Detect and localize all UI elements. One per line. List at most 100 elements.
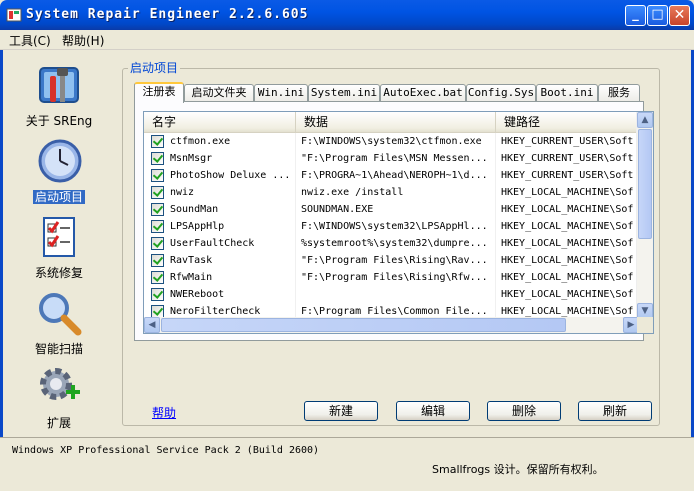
copyright-text: Smallfrogs 设计。保留所有权利。 (432, 463, 604, 476)
row-data: "F:\Program Files\Rising\Rav... (301, 255, 488, 266)
group-title: 启动项目 (128, 59, 181, 76)
row-data (301, 286, 493, 303)
enabled-checkbox[interactable] (151, 186, 164, 199)
tab-system-ini[interactable]: System.ini (308, 84, 380, 102)
table-row[interactable]: NWEReboot HKEY_LOCAL_MACHINE\Sof (144, 286, 639, 303)
minimize-button[interactable]: _ (625, 5, 646, 26)
tab-strip: 注册表 启动文件夹 Win.ini System.ini AutoExec.ba… (134, 82, 644, 103)
enabled-checkbox[interactable] (151, 288, 164, 301)
enabled-checkbox[interactable] (151, 152, 164, 165)
row-name: PhotoShow Deluxe ... (170, 170, 291, 181)
enabled-checkbox[interactable] (151, 237, 164, 250)
title-bar[interactable]: System Repair Engineer 2.2.6.605 _ □ ✕ (0, 0, 694, 30)
tab-registry[interactable]: 注册表 (134, 82, 184, 103)
window-title: System Repair Engineer 2.2.6.605 (26, 7, 309, 22)
tab-win-ini[interactable]: Win.ini (254, 84, 308, 102)
row-key-path: HKEY_LOCAL_MACHINE\Sof (501, 289, 634, 300)
row-name: LPSAppHlp (170, 221, 225, 232)
tab-autoexec[interactable]: AutoExec.bat (380, 84, 466, 102)
vertical-scrollbar[interactable]: ▲ ▼ (636, 112, 653, 319)
menu-tools[interactable]: 工具(C) (9, 32, 51, 49)
row-name: ctfmon.exe (170, 136, 231, 147)
tab-boot-ini[interactable]: Boot.ini (536, 84, 598, 102)
sidebar-item-repair[interactable]: 系统修复 (4, 208, 114, 282)
edit-button[interactable]: 编辑 (396, 401, 470, 421)
tab-config-sys[interactable]: Config.Sys (466, 84, 536, 102)
row-key-path: HKEY_CURRENT_USER\Soft (501, 136, 634, 147)
table-row[interactable]: UserFaultCheck %systemroot%\system32\dump… (144, 235, 639, 252)
list-header: 名字 数据 键路径 (144, 112, 639, 133)
row-name: SoundMan (170, 204, 219, 215)
vertical-scroll-thumb[interactable] (638, 129, 652, 239)
row-key-path: HKEY_CURRENT_USER\Soft (501, 170, 634, 181)
row-key-path: HKEY_LOCAL_MACHINE\Sof (501, 238, 634, 249)
sidebar-label: 关于 SREng (25, 114, 93, 128)
row-name: MsnMsgr (170, 153, 213, 164)
horizontal-scrollbar[interactable]: ◀ ▶ (144, 317, 639, 333)
row-data: "F:\Program Files\MSN Messen... (301, 153, 488, 164)
row-data: F:\PROGRA~1\Ahead\NEROPH~1\d... (301, 170, 488, 181)
row-name: NWEReboot (170, 289, 225, 300)
sidebar-item-smart-scan[interactable]: 智能扫描 (4, 284, 114, 358)
enabled-checkbox[interactable] (151, 169, 164, 182)
row-key-path: HKEY_LOCAL_MACHINE\Sof (501, 221, 634, 232)
scroll-corner (637, 317, 653, 333)
table-row[interactable]: nwiz nwiz.exe /install HKEY_LOCAL_MACHINE\… (144, 184, 639, 201)
row-data: nwiz.exe /install (301, 187, 404, 198)
enabled-checkbox[interactable] (151, 135, 164, 148)
enabled-checkbox[interactable] (151, 220, 164, 233)
table-row[interactable]: RfwMain "F:\Program Files\Rising\Rfw... HK… (144, 269, 639, 286)
sidebar: 关于 SREng 启动项目 系统修复 智能扫描 扩展 (4, 52, 114, 430)
column-header-path[interactable]: 键路径 (496, 112, 639, 132)
row-data: F:\WINDOWS\system32\ctfmon.exe (301, 136, 482, 147)
horizontal-scroll-thumb[interactable] (161, 318, 566, 332)
refresh-button[interactable]: 刷新 (578, 401, 652, 421)
gear-plus-icon (40, 368, 80, 400)
table-row[interactable]: SoundMan SOUNDMAN.EXE HKEY_LOCAL_MACHINE\S… (144, 201, 639, 218)
row-data: "F:\Program Files\Rising\Rfw... (301, 272, 488, 283)
list-rows: ctfmon.exe F:\WINDOWS\system32\ctfmon.exe… (144, 133, 639, 319)
scroll-up-button[interactable]: ▲ (637, 112, 653, 128)
row-name: UserFaultCheck (170, 238, 255, 249)
row-key-path: HKEY_LOCAL_MACHINE\Sof (501, 255, 634, 266)
row-data: SOUNDMAN.EXE (301, 204, 374, 215)
scroll-left-button[interactable]: ◀ (144, 317, 160, 333)
tab-services[interactable]: 服务 (598, 84, 640, 102)
startup-list[interactable]: 名字 数据 键路径 ctfmon.exe F:\WINDOWS\system32\… (143, 111, 654, 334)
sidebar-label: 扩展 (46, 416, 71, 430)
sidebar-label: 启动项目 (32, 190, 85, 204)
toolbox-icon (39, 67, 79, 103)
enabled-checkbox[interactable] (151, 271, 164, 284)
column-header-data[interactable]: 数据 (296, 112, 496, 132)
delete-button[interactable]: 删除 (487, 401, 561, 421)
sidebar-item-extensions[interactable]: 扩展 (4, 358, 114, 432)
sidebar-item-about[interactable]: 关于 SREng (4, 56, 114, 130)
os-version-text: Windows XP Professional Service Pack 2 (… (12, 445, 320, 456)
sidebar-label: 系统修复 (34, 266, 83, 280)
row-name: RfwMain (170, 272, 213, 283)
close-button[interactable]: ✕ (669, 5, 690, 26)
menu-bar: 工具(C) 帮助(H) (0, 30, 694, 50)
tab-startup-folder[interactable]: 启动文件夹 (184, 84, 254, 102)
row-key-path: HKEY_CURRENT_USER\Soft (501, 153, 634, 164)
enabled-checkbox[interactable] (151, 203, 164, 216)
enabled-checkbox[interactable] (151, 254, 164, 267)
magnifier-icon (39, 293, 82, 336)
table-row[interactable]: ctfmon.exe F:\WINDOWS\system32\ctfmon.exe… (144, 133, 639, 150)
column-header-name[interactable]: 名字 (144, 112, 296, 132)
row-data: %systemroot%\system32\dumpre... (301, 238, 488, 249)
checklist-icon (43, 217, 75, 257)
table-row[interactable]: PhotoShow Deluxe ... F:\PROGRA~1\Ahead\NE… (144, 167, 639, 184)
maximize-button[interactable]: □ (647, 5, 668, 26)
sidebar-item-startup[interactable]: 启动项目 (4, 132, 114, 206)
window-frame-left (0, 30, 3, 490)
table-row[interactable]: LPSAppHlp F:\WINDOWS\system32\LPSAppHl...… (144, 218, 639, 235)
row-key-path: HKEY_LOCAL_MACHINE\Sof (501, 204, 634, 215)
table-row[interactable]: MsnMsgr "F:\Program Files\MSN Messen... HK… (144, 150, 639, 167)
app-icon (6, 8, 22, 22)
menu-help[interactable]: 帮助(H) (62, 32, 104, 49)
help-link[interactable]: 帮助 (152, 404, 176, 421)
sidebar-label: 智能扫描 (34, 342, 83, 356)
add-button[interactable]: 新建 (304, 401, 378, 421)
table-row[interactable]: RavTask "F:\Program Files\Rising\Rav... HK… (144, 252, 639, 269)
